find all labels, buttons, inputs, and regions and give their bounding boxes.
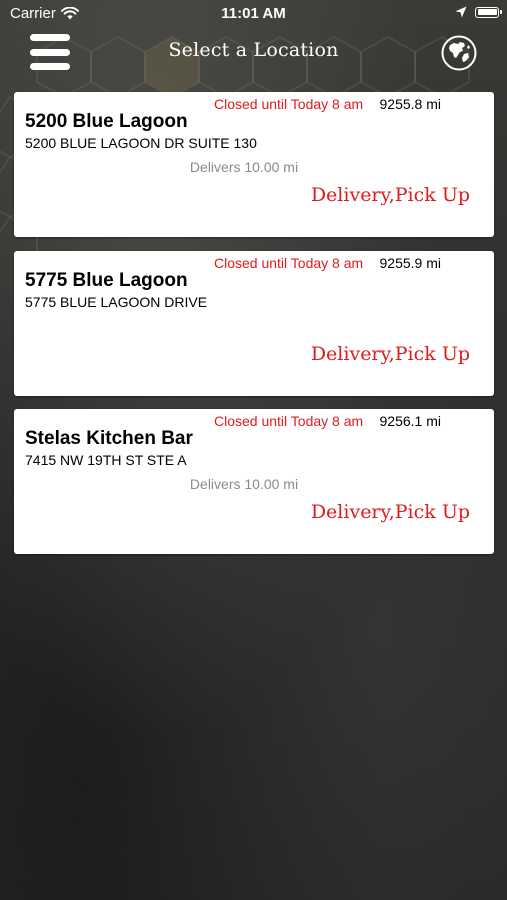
location-distance: 9256.1 mi <box>379 413 441 429</box>
location-status: Closed until Today 8 am <box>214 255 364 271</box>
location-name: Stelas Kitchen Bar <box>25 428 193 449</box>
navigation-bar: Select a Location <box>0 28 507 78</box>
service-types: Delivery,Pick Up <box>310 343 470 365</box>
location-address: 7415 NW 19TH ST STE A <box>25 452 187 468</box>
menu-bar-line <box>30 63 70 70</box>
status-bar: Carrier 11:01 AM <box>0 0 507 28</box>
location-address: 5200 BLUE LAGOON DR SUITE 130 <box>25 135 257 151</box>
location-card[interactable]: Closed until Today 8 am 9255.9 mi 5775 B… <box>14 251 494 396</box>
delivery-radius: Delivers 10.00 mi <box>189 159 299 175</box>
delivery-radius: Delivers 10.00 mi <box>189 476 299 492</box>
battery-icon <box>475 6 502 18</box>
location-name: 5775 Blue Lagoon <box>25 270 188 291</box>
location-list: Closed until Today 8 am 9255.8 mi 5200 B… <box>14 92 494 568</box>
location-card[interactable]: Closed until Today 8 am 9255.8 mi 5200 B… <box>14 92 494 237</box>
location-distance: 9255.8 mi <box>379 96 441 112</box>
service-types: Delivery,Pick Up <box>310 501 470 523</box>
location-arrow-icon <box>455 6 467 18</box>
clock: 11:01 AM <box>221 5 286 22</box>
location-status: Closed until Today 8 am <box>214 413 364 429</box>
service-types: Delivery,Pick Up <box>310 184 470 206</box>
location-name: 5200 Blue Lagoon <box>25 111 188 132</box>
status-right-group <box>455 6 502 18</box>
globe-icon[interactable] <box>441 35 477 71</box>
location-card[interactable]: Closed until Today 8 am 9256.1 mi Stelas… <box>14 409 494 554</box>
location-address: 5775 BLUE LAGOON DRIVE <box>25 294 208 310</box>
location-status: Closed until Today 8 am <box>214 96 364 112</box>
page-title: Select a Location <box>168 39 339 61</box>
location-distance: 9255.9 mi <box>379 255 441 271</box>
